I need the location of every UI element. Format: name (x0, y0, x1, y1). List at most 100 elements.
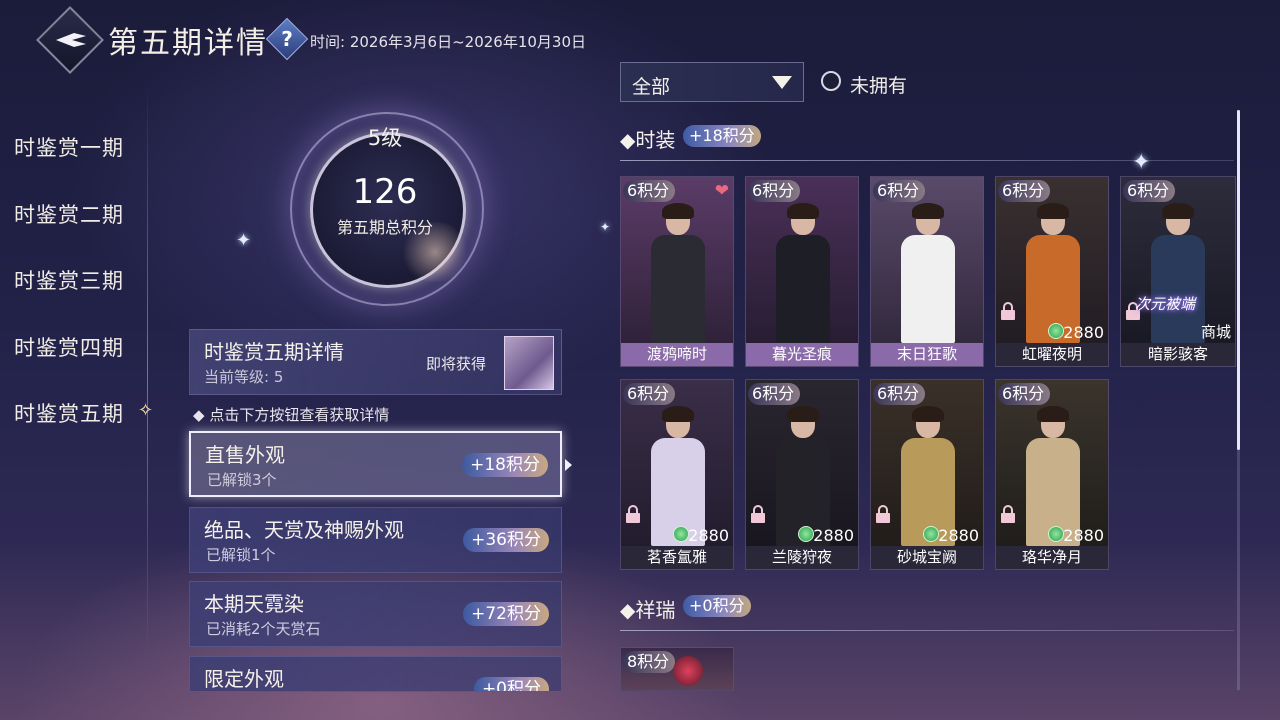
event-time: 时间: 2026年3月6日~2026年10月30日 (310, 33, 586, 51)
points-tag: 6积分 (873, 180, 926, 202)
heart-icon[interactable]: ❤ (715, 181, 729, 201)
scrollbar-thumb[interactable] (1237, 110, 1240, 450)
outfit-name: 暮光圣痕 (746, 343, 858, 366)
points-badge: +72积分 (463, 602, 549, 626)
lock-icon (750, 505, 766, 523)
section-mounts-badge: +0积分 (683, 595, 751, 617)
category-limited[interactable]: 限定外观 +0积分 (189, 656, 562, 692)
section-outfits-label: 时装 (635, 128, 676, 152)
character-figure (774, 406, 832, 546)
points-tag: 6积分 (998, 383, 1051, 405)
lock-icon (625, 505, 641, 523)
jade-coin-icon (923, 526, 939, 542)
upcoming-reward-thumbnail[interactable] (504, 336, 554, 390)
outfit-card[interactable]: 6积分 2880 砂城宝阙 (870, 379, 984, 570)
character-hair (912, 406, 944, 422)
character-outfit (901, 235, 955, 343)
character-hair (662, 406, 694, 422)
jade-coin-icon (798, 526, 814, 542)
outfit-card[interactable]: 6积分 暮光圣痕 (745, 176, 859, 367)
section-mounts-title: ◆祥瑞 (620, 598, 676, 622)
points-tag: 8积分 (623, 651, 676, 673)
nav-item-period-5[interactable]: 时鉴赏五期 (14, 398, 124, 428)
sparkle-icon: ✦ (236, 230, 252, 251)
sparkle-icon: ✦ (600, 220, 611, 234)
section-mounts-label: 祥瑞 (635, 598, 676, 622)
outfit-name: 暗影骇客 (1121, 343, 1235, 366)
character-outfit (776, 235, 830, 343)
character-hair (1037, 406, 1069, 422)
outfit-card[interactable]: 6积分 ❤ 渡鸦啼时 (620, 176, 734, 367)
character-figure (649, 406, 707, 546)
price-label: 2880 (813, 526, 854, 545)
outfit-name: 砂城宝阙 (871, 546, 983, 569)
category-title: 绝品、天赏及神赐外观 (204, 518, 404, 542)
category-direct-sale[interactable]: 直售外观 已解锁3个 +18积分 (189, 431, 562, 497)
category-premium[interactable]: 绝品、天赏及神赐外观 已解锁1个 +36积分 (189, 507, 562, 573)
price-label: 2880 (688, 526, 729, 545)
mount-card[interactable]: 8积分 (620, 647, 734, 691)
section-outfits-badge: +18积分 (683, 125, 761, 147)
total-score-label: 第五期总积分 (336, 218, 433, 237)
category-dye[interactable]: 本期天霓染 已消耗2个天赏石 +72积分 (189, 581, 562, 647)
outfit-card[interactable]: 6积分末日狂歌 (870, 176, 984, 367)
points-badge: +36积分 (463, 528, 549, 552)
outfit-card[interactable]: 6积分 2880 茗香氲雅 (620, 379, 734, 570)
not-owned-radio[interactable] (821, 71, 841, 91)
points-badge: +18积分 (462, 453, 548, 477)
total-score: 126 (352, 172, 418, 212)
outfit-card[interactable]: 6积分 2880 珞华净月 (995, 379, 1109, 570)
nav-item-period-3[interactable]: 时鉴赏三期 (14, 265, 124, 295)
nav-divider (147, 80, 148, 660)
nav-item-period-4[interactable]: 时鉴赏四期 (14, 332, 124, 362)
not-owned-label[interactable]: 未拥有 (850, 71, 907, 98)
category-subtitle: 已解锁3个 (207, 471, 277, 489)
outfit-name: 茗香氲雅 (621, 546, 733, 569)
section-outfits-title: ◆时装 (620, 128, 676, 152)
active-indicator-icon: ✧ (138, 400, 154, 421)
outfit-name: 末日狂歌 (871, 343, 983, 366)
price-label: 2880 (1063, 323, 1104, 342)
character-figure (1024, 406, 1082, 546)
category-subtitle: 已解锁1个 (206, 546, 276, 564)
outfit-card[interactable]: 6积分 2880 兰陵狩夜 (745, 379, 859, 570)
nav-item-period-2[interactable]: 时鉴赏二期 (14, 199, 124, 229)
outfit-name: 珞华净月 (996, 546, 1108, 569)
points-tag: 6积分 (1123, 180, 1176, 202)
hint-text: ◆ 点击下方按钮查看获取详情 (193, 406, 390, 424)
lock-icon (875, 505, 891, 523)
brand-logo: 次元被端 (1135, 295, 1196, 313)
upcoming-reward-label: 即将获得 (426, 355, 487, 373)
category-title: 本期天霓染 (204, 592, 304, 616)
character-outfit (1151, 235, 1205, 343)
section-divider (620, 160, 1234, 161)
period-detail-title: 时鉴赏五期详情 (204, 340, 344, 364)
lock-icon (1000, 505, 1016, 523)
hint-label: 点击下方按钮查看获取详情 (209, 406, 390, 424)
sparkle-icon: ✦ (1132, 150, 1151, 175)
outfit-card[interactable]: 6积分商城 次元被端暗影骇客 (1120, 176, 1236, 367)
outfit-name: 虹曜夜明 (996, 343, 1108, 366)
outfit-name: 兰陵狩夜 (746, 546, 858, 569)
category-title: 限定外观 (204, 667, 284, 691)
chevron-down-icon (772, 76, 792, 89)
nav-item-period-1[interactable]: 时鉴赏一期 (14, 132, 124, 162)
price-label: 2880 (938, 526, 979, 545)
outfit-name: 渡鸦啼时 (621, 343, 733, 366)
outfit-card[interactable]: 6积分 2880 虹曜夜明 (995, 176, 1109, 367)
points-tag: 6积分 (623, 383, 676, 405)
character-hair (662, 203, 694, 219)
character-outfit (651, 235, 705, 343)
section-divider (620, 630, 1234, 631)
page-title: 第五期详情 (108, 26, 268, 61)
lock-icon (1000, 302, 1016, 320)
character-figure (774, 203, 832, 343)
points-tag: 6积分 (623, 180, 676, 202)
jade-coin-icon (1048, 526, 1064, 542)
source-tag: 商城 (1200, 323, 1231, 341)
question-icon[interactable]: ? (272, 24, 302, 54)
category-subtitle: 已消耗2个天赏石 (206, 620, 321, 638)
character-hair (787, 203, 819, 219)
level-label: 5级 (367, 126, 403, 150)
mount-image (673, 656, 703, 686)
